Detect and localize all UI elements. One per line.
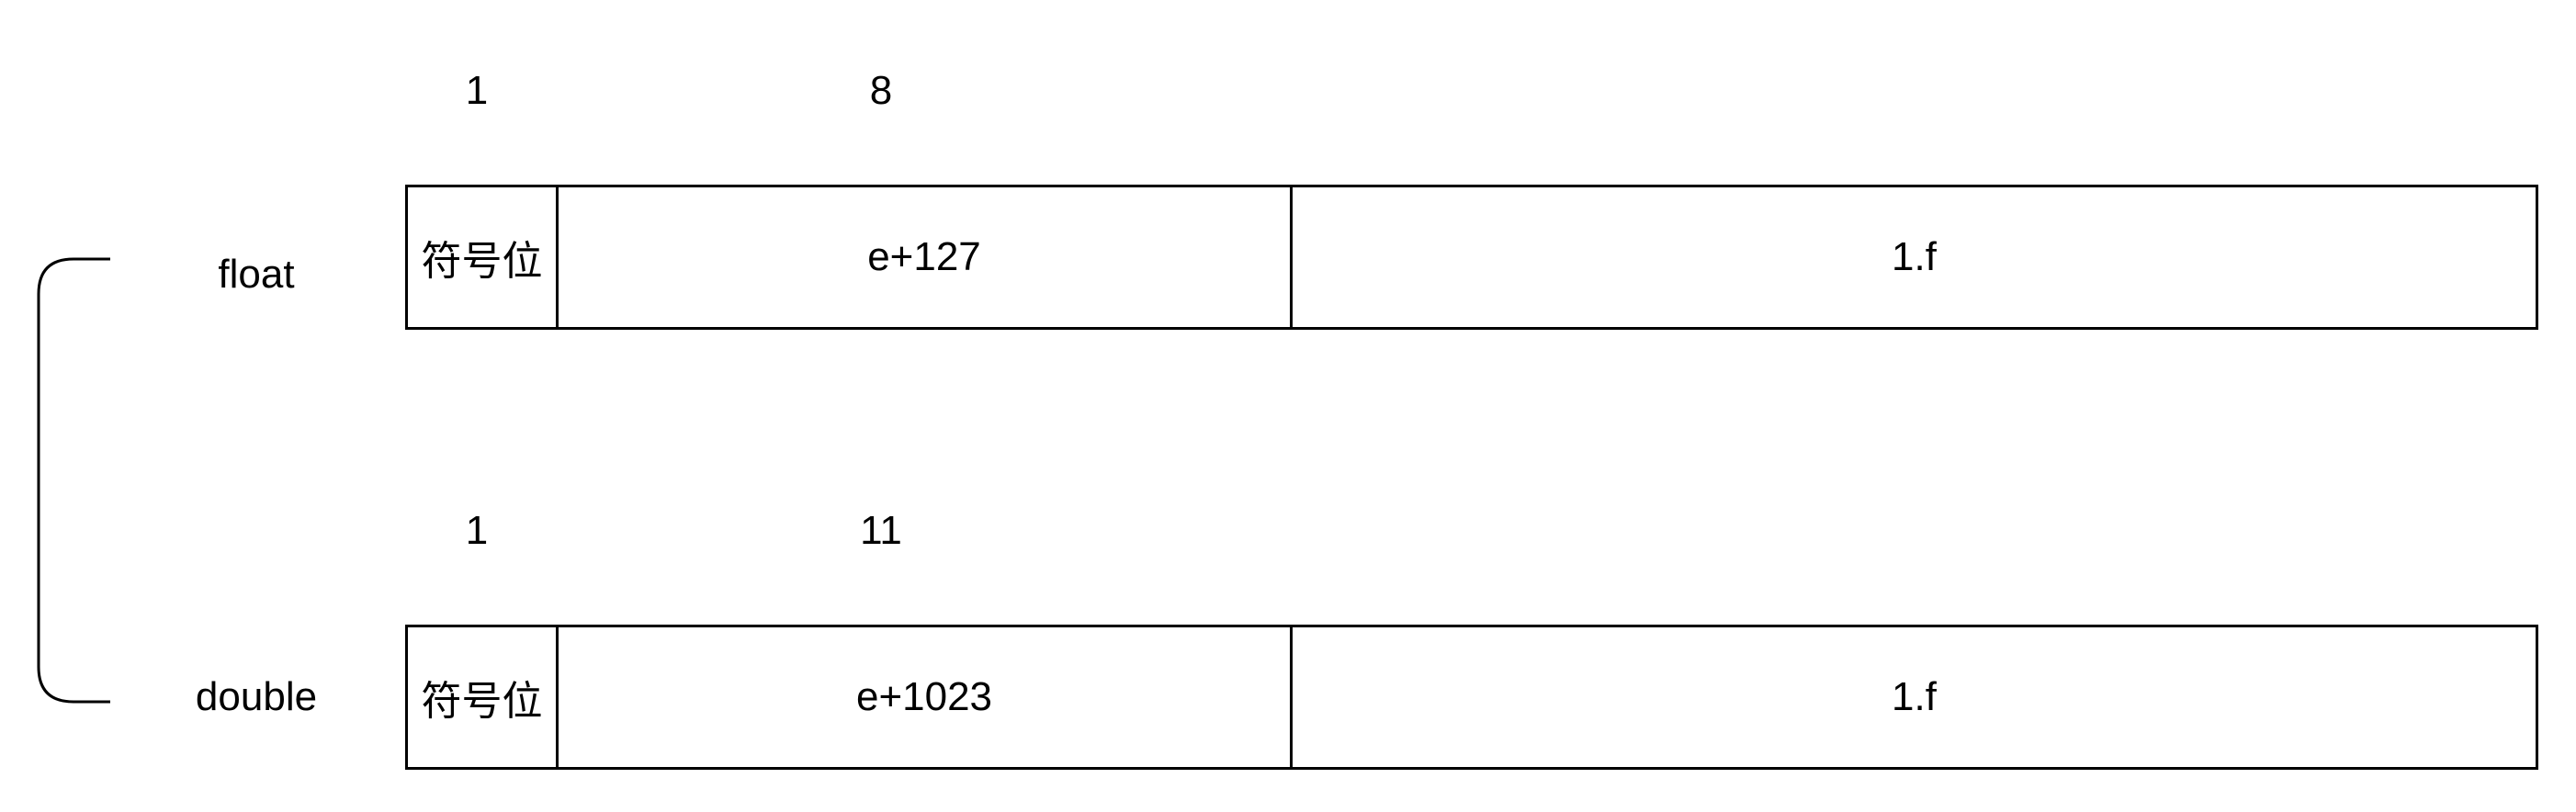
float-type-label: float (218, 252, 295, 297)
double-sign-bit-count: 1 (465, 508, 489, 553)
double-exponent-cell: e+1023 (556, 627, 1290, 767)
float-sign-cell: 符号位 (421, 238, 543, 285)
float-sign-bit-count: 1 (465, 68, 489, 113)
float-exponent-bit-count: 8 (869, 68, 893, 113)
bracket-connector (37, 257, 110, 704)
float-bit-layout: 符号位 e+127 1.f (405, 185, 2538, 330)
double-sign-cell: 符号位 (421, 678, 543, 725)
float-exponent-cell: e+127 (556, 187, 1290, 327)
float-mantissa-cell: 1.f (1290, 187, 2536, 327)
double-mantissa-cell: 1.f (1290, 627, 2536, 767)
double-exponent-bit-count: 11 (860, 508, 902, 553)
double-type-label: double (195, 674, 318, 719)
double-bit-layout: 符号位 e+1023 1.f (405, 625, 2538, 770)
